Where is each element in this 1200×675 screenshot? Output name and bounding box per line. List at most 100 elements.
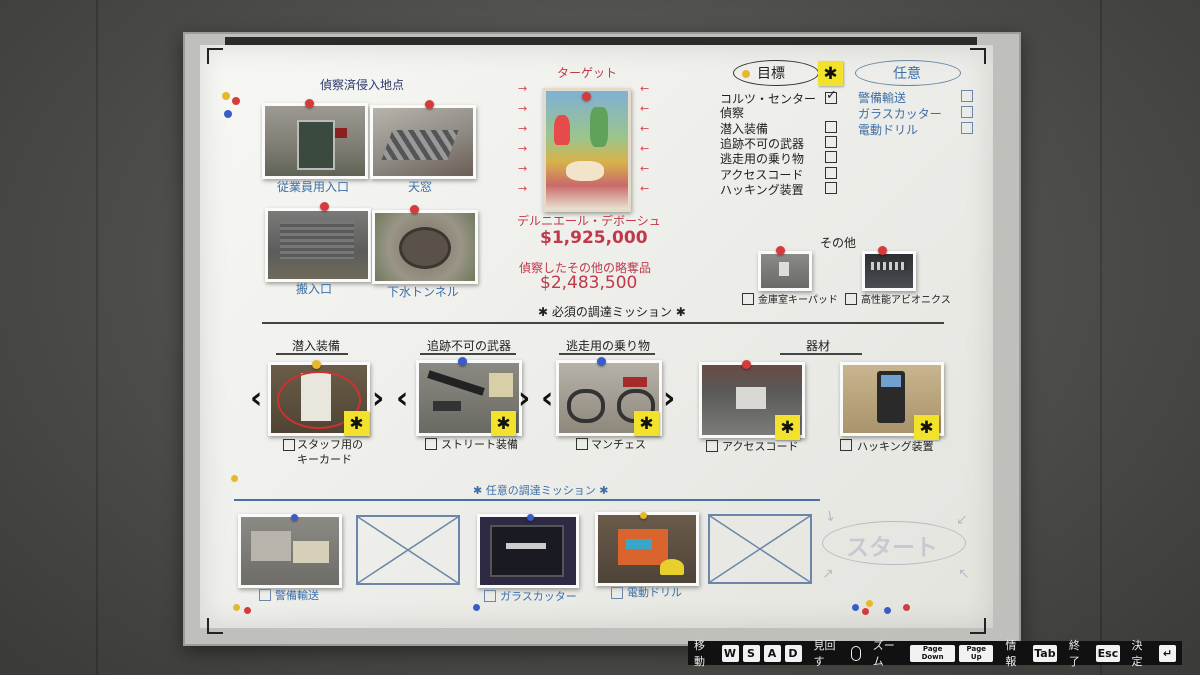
target-painting[interactable]	[543, 88, 631, 212]
others-title: その他	[820, 236, 857, 250]
underline	[276, 353, 348, 355]
objectives-header: 目標	[757, 66, 785, 82]
magnet-dot	[224, 110, 232, 118]
mission-sticky-note: ✱	[344, 411, 369, 436]
board-corner	[970, 48, 986, 64]
optional-checkbox	[961, 122, 973, 134]
hint-look-label: 見回す	[813, 639, 836, 668]
key-hints-bar: 移動 W S A D 見回す ズーム Page Down Page Up 情報 …	[688, 639, 1182, 668]
mission-sticky-note: ✱	[914, 415, 939, 440]
category-vehicles: 逃走用の乗り物	[566, 339, 651, 353]
entry-photo-sewer-tunnel[interactable]	[372, 210, 478, 284]
start-arrow: ↙	[956, 512, 968, 528]
pin	[410, 205, 419, 214]
entry-photo-employee-entrance[interactable]	[262, 103, 368, 179]
mission-checkbox-keycard	[283, 439, 295, 451]
mission-label-manchez: マンチェス	[591, 438, 646, 451]
magnet-dot	[866, 600, 873, 607]
other-checkbox-keypad	[742, 293, 754, 305]
mission-label-keycard-1: スタッフ用の	[297, 438, 363, 451]
mission-sticky-note: ✱	[491, 411, 516, 436]
underline	[420, 353, 516, 355]
entry-photo-loading-dock[interactable]	[265, 208, 371, 282]
key-a: A	[763, 644, 781, 662]
optional-checkbox-security	[259, 589, 271, 601]
magnet-dot	[903, 604, 910, 611]
key-pagedown: Page Down	[910, 644, 956, 662]
required-missions-title-text: 必須の調達ミッション	[551, 305, 672, 319]
prev-keycard-arrow[interactable]: ‹	[250, 381, 262, 416]
next-weapons-arrow[interactable]: ›	[518, 381, 530, 416]
other-photo-avionics[interactable]	[862, 251, 916, 291]
optional-missions-title-text: 任意の調達ミッション	[485, 484, 596, 497]
entry-label-loading-dock: 搬入口	[296, 282, 333, 296]
optional-photo-security-transport[interactable]	[238, 514, 342, 588]
start-arrow: ↖	[958, 566, 970, 582]
category-equipment: 器材	[806, 339, 831, 353]
optional-label-security: 警備輸送	[275, 589, 319, 602]
target-value: $1,925,000	[540, 228, 648, 248]
other-label-avionics: 高性能アビオニクス	[861, 295, 951, 306]
pin	[291, 514, 298, 521]
target-title: ターゲット	[557, 66, 618, 80]
empty-mission-slot	[356, 515, 460, 585]
hint-confirm-label: 決定	[1131, 639, 1143, 668]
underline	[559, 353, 655, 355]
key-d: D	[784, 644, 802, 662]
mission-checkbox-access-code	[706, 440, 718, 452]
pin	[597, 357, 606, 366]
wall-seam	[96, 0, 98, 675]
other-photo-vault-keypad[interactable]	[758, 251, 812, 291]
mouse-icon	[851, 645, 861, 661]
objective-checkbox	[825, 136, 837, 148]
mission-checkbox-hacking	[840, 439, 852, 451]
hint-zoom-label: ズーム	[872, 639, 895, 668]
optional-photo-glass-cutter[interactable]	[477, 514, 579, 588]
enter-key-icon: ↵	[1159, 644, 1177, 662]
key-pageup: Page Up	[959, 644, 994, 662]
optional-label-glass-cutter: ガラスカッター	[500, 590, 577, 603]
mission-sticky-note: ✱	[634, 411, 659, 436]
pin	[425, 100, 434, 109]
optional-checkbox-power-drill	[611, 587, 623, 599]
magnet-dot	[233, 604, 240, 611]
optional-objective-1: 警備輸送	[858, 91, 907, 105]
divider-line	[262, 322, 944, 324]
prev-vehicle-arrow[interactable]: ‹	[541, 381, 553, 416]
entry-label-sewer: 下水トンネル	[387, 285, 459, 299]
key-w: W	[721, 644, 739, 662]
magnet-dot	[742, 70, 750, 78]
optional-photo-power-drill[interactable]	[595, 512, 699, 586]
pin	[878, 246, 887, 255]
key-tab: Tab	[1032, 644, 1057, 662]
start-button[interactable]: スタート	[846, 528, 938, 562]
underline	[780, 353, 862, 355]
mission-checkbox-manchez	[576, 438, 588, 450]
prev-weapons-arrow[interactable]: ‹	[396, 381, 408, 416]
entry-points-title: 偵察済侵入地点	[320, 78, 405, 92]
optional-label-power-drill: 電動ドリル	[627, 586, 682, 599]
next-keycard-arrow[interactable]: ›	[372, 381, 384, 416]
objective-checkbox	[825, 151, 837, 163]
next-vehicle-arrow[interactable]: ›	[663, 381, 675, 416]
entry-photo-skylight[interactable]	[370, 105, 476, 179]
empty-mission-slot	[708, 514, 812, 584]
mission-sticky-note: ✱	[775, 415, 800, 440]
key-esc: Esc	[1096, 644, 1120, 662]
optional-objective-3: 電動ドリル	[858, 123, 919, 137]
optional-checkbox	[961, 90, 973, 102]
objective-item-4: 逃走用の乗り物	[720, 152, 805, 166]
pin	[640, 512, 647, 519]
pin	[776, 246, 785, 255]
pin	[582, 92, 591, 101]
hint-info-label: 情報	[1005, 639, 1017, 668]
mission-label-hacking: ハッキング装置	[857, 440, 934, 453]
optional-checkbox	[961, 106, 973, 118]
pin	[527, 514, 534, 521]
divider-line	[234, 499, 820, 501]
mission-checkbox-street-gear	[425, 438, 437, 450]
objective-item-1b: 偵察	[720, 106, 745, 120]
entry-label-employee: 従業員用入口	[277, 180, 350, 194]
pin	[312, 360, 321, 369]
category-weapons: 追跡不可の武器	[427, 339, 512, 353]
